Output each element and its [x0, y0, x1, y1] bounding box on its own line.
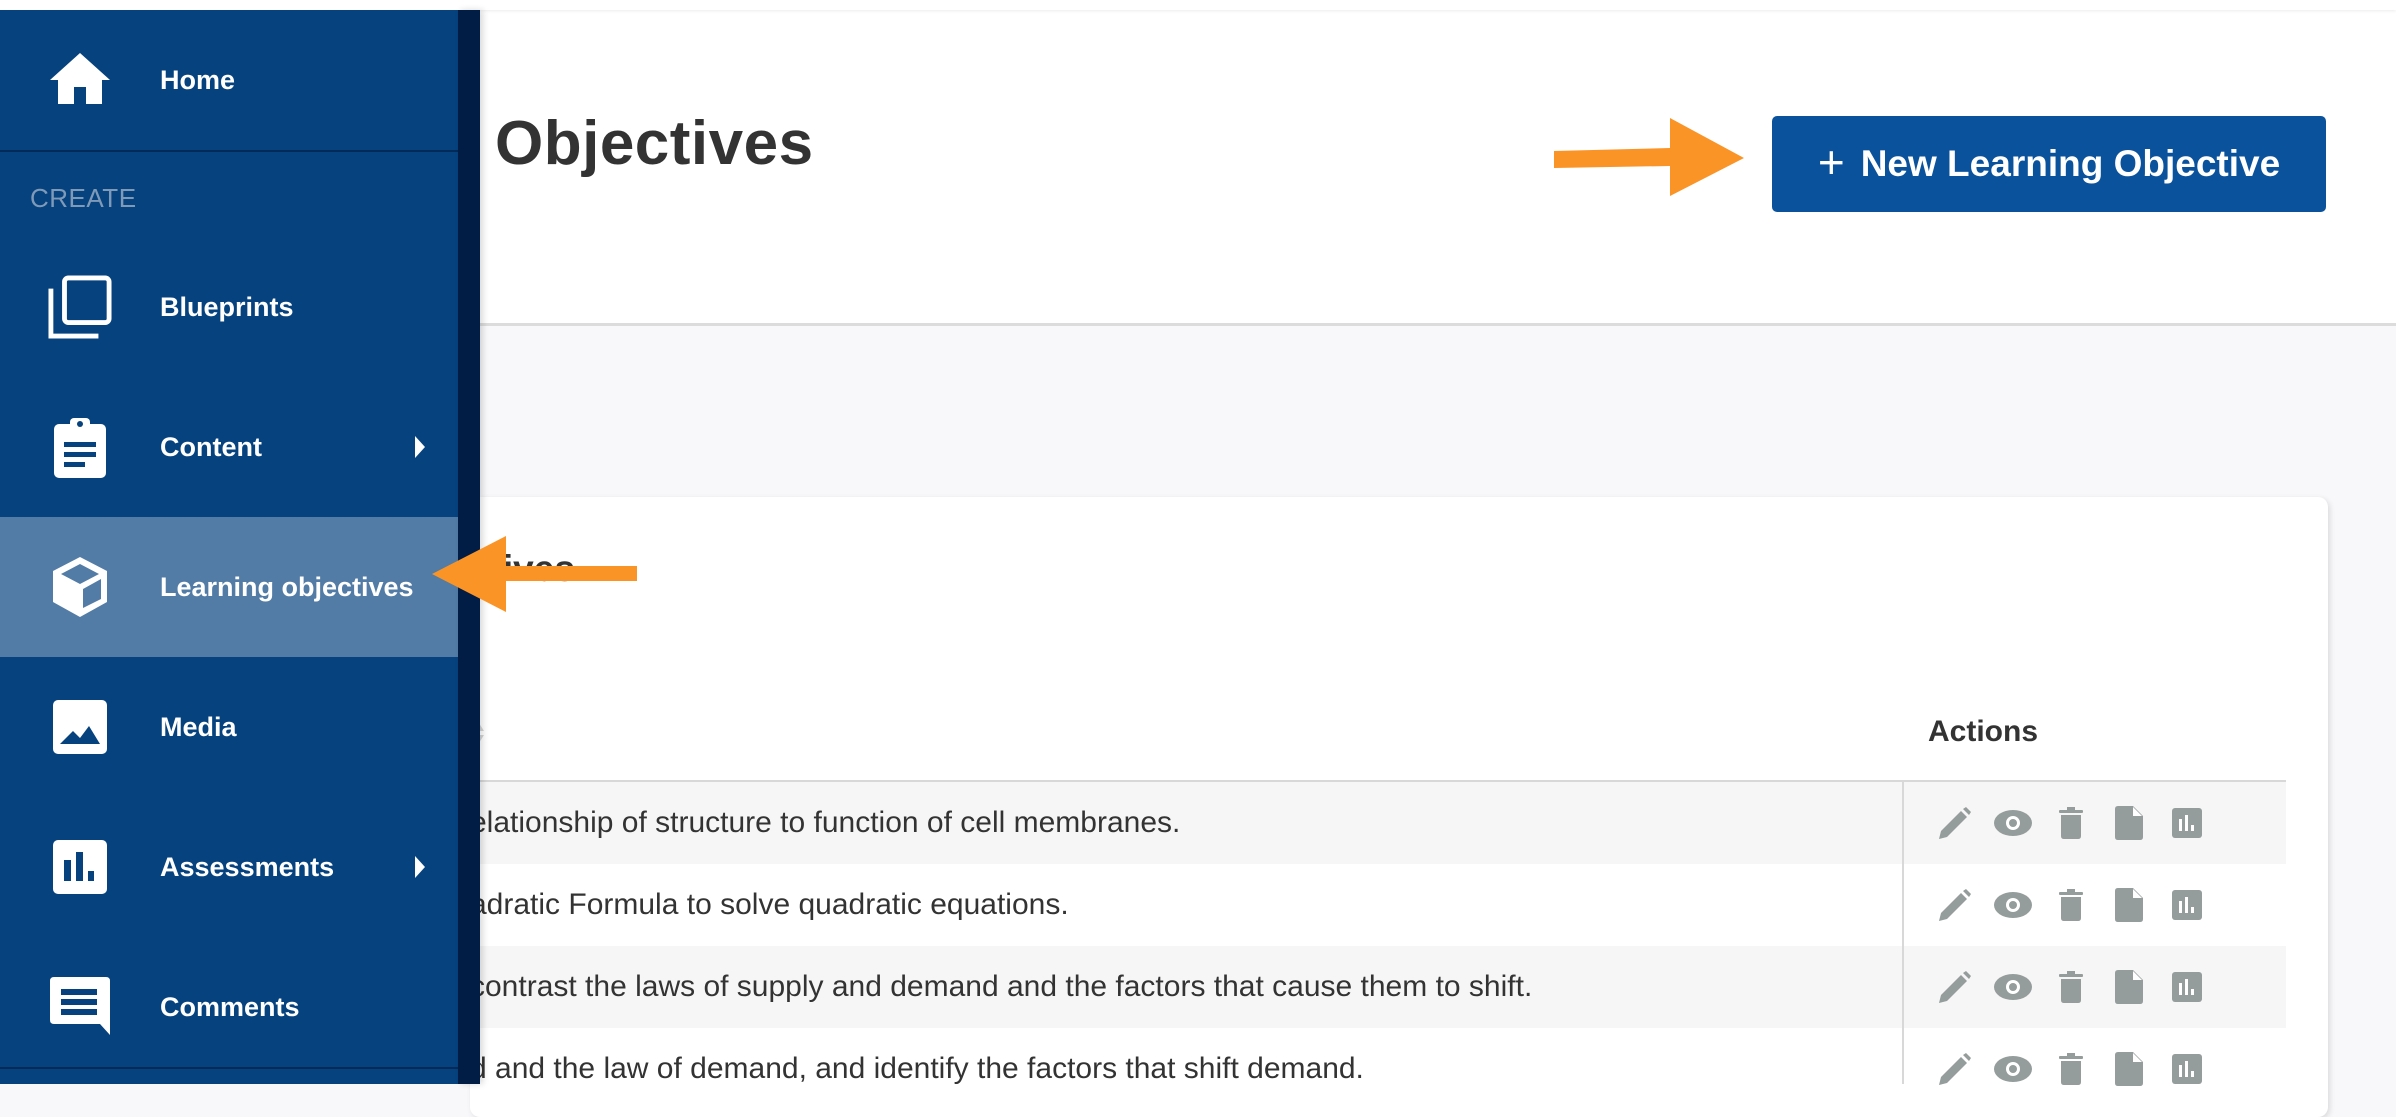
sidebar-nav: Home CREATE Blueprints Content Learning …: [0, 10, 458, 1084]
cube-icon: [48, 555, 112, 619]
row-actions: [1926, 864, 2216, 946]
row-actions: [1926, 1028, 2216, 1110]
document-icon[interactable]: [2100, 803, 2158, 843]
new-learning-objective-button[interactable]: + New Learning Objective: [1772, 116, 2326, 212]
report-icon[interactable]: [2158, 803, 2216, 843]
clipboard-icon: [48, 415, 112, 479]
sidebar-item-label: Content: [160, 431, 262, 462]
report-icon[interactable]: [2158, 885, 2216, 925]
sidebar-item-comments[interactable]: Comments: [0, 937, 458, 1077]
objective-text: contrast the laws of supply and demand a…: [470, 970, 1533, 1003]
sidebar-item-assessments[interactable]: Assessments: [0, 797, 458, 937]
arrow-shape: [432, 536, 637, 612]
plus-icon: +: [1817, 136, 1845, 188]
document-icon[interactable]: [2100, 1049, 2158, 1089]
edit-icon[interactable]: [1926, 803, 1984, 843]
view-icon[interactable]: [1984, 967, 2042, 1007]
view-icon[interactable]: [1984, 803, 2042, 843]
document-icon[interactable]: [2100, 967, 2158, 1007]
comment-icon: [48, 975, 112, 1039]
report-icon[interactable]: [2158, 1049, 2216, 1089]
sidebar-item-label: Learning objectives: [160, 571, 414, 602]
sidebar-section-create: CREATE: [30, 183, 137, 213]
objective-text: adratic Formula to solve quadratic equat…: [470, 888, 1069, 921]
sidebar-divider: [0, 1067, 458, 1069]
chevron-right-icon: [415, 856, 425, 878]
report-icon[interactable]: [2158, 967, 2216, 1007]
page-title: Objectives: [495, 109, 814, 178]
sidebar-item-media[interactable]: Media: [0, 657, 458, 797]
table-row: elationship of structure to function of …: [470, 782, 2286, 864]
annotation-arrow-right: [1554, 118, 1744, 203]
edit-icon[interactable]: [1926, 1049, 1984, 1089]
top-strip: [0, 0, 2396, 10]
column-header-actions: Actions: [1928, 715, 2039, 748]
new-learning-objective-label: New Learning Objective: [1860, 143, 2281, 184]
sidebar-item-label: Media: [160, 711, 237, 742]
annotation-arrow-left: [432, 536, 637, 617]
table-row: contrast the laws of supply and demand a…: [470, 946, 2286, 1028]
sidebar-item-label: Home: [160, 64, 236, 95]
sidebar-item-home[interactable]: Home: [0, 10, 458, 150]
column-separator: [1902, 782, 1904, 1084]
sidebar-divider: [0, 150, 458, 152]
chevron-right-icon: [415, 436, 425, 458]
row-actions: [1926, 782, 2216, 864]
image-icon: [48, 695, 112, 759]
delete-icon[interactable]: [2042, 803, 2100, 843]
delete-icon[interactable]: [2042, 967, 2100, 1007]
row-actions: [1926, 946, 2216, 1028]
view-icon[interactable]: [1984, 1049, 2042, 1089]
delete-icon[interactable]: [2042, 1049, 2100, 1089]
sidebar-item-blueprints[interactable]: Blueprints: [0, 237, 458, 377]
sidebar-item-label: Blueprints: [160, 291, 294, 322]
delete-icon[interactable]: [2042, 885, 2100, 925]
sidebar-item-content[interactable]: Content: [0, 377, 458, 517]
table-row: adratic Formula to solve quadratic equat…: [470, 864, 2286, 946]
bar-chart-icon: [48, 835, 112, 899]
document-icon[interactable]: [2100, 885, 2158, 925]
objective-text: d and the law of demand, and identify th…: [470, 1052, 1364, 1085]
objective-text: elationship of structure to function of …: [470, 806, 1181, 839]
table-row: d and the law of demand, and identify th…: [470, 1028, 2286, 1110]
home-icon: [48, 48, 112, 112]
edit-icon[interactable]: [1926, 967, 1984, 1007]
view-icon[interactable]: [1984, 885, 2042, 925]
copy-stack-icon: [48, 275, 112, 339]
sidebar-item-label: Comments: [160, 991, 300, 1022]
arrow-shape: [1554, 118, 1744, 196]
sidebar-item-learning-objectives[interactable]: Learning objectives: [0, 517, 458, 657]
sidebar-item-label: Assessments: [160, 851, 335, 882]
edit-icon[interactable]: [1926, 885, 1984, 925]
